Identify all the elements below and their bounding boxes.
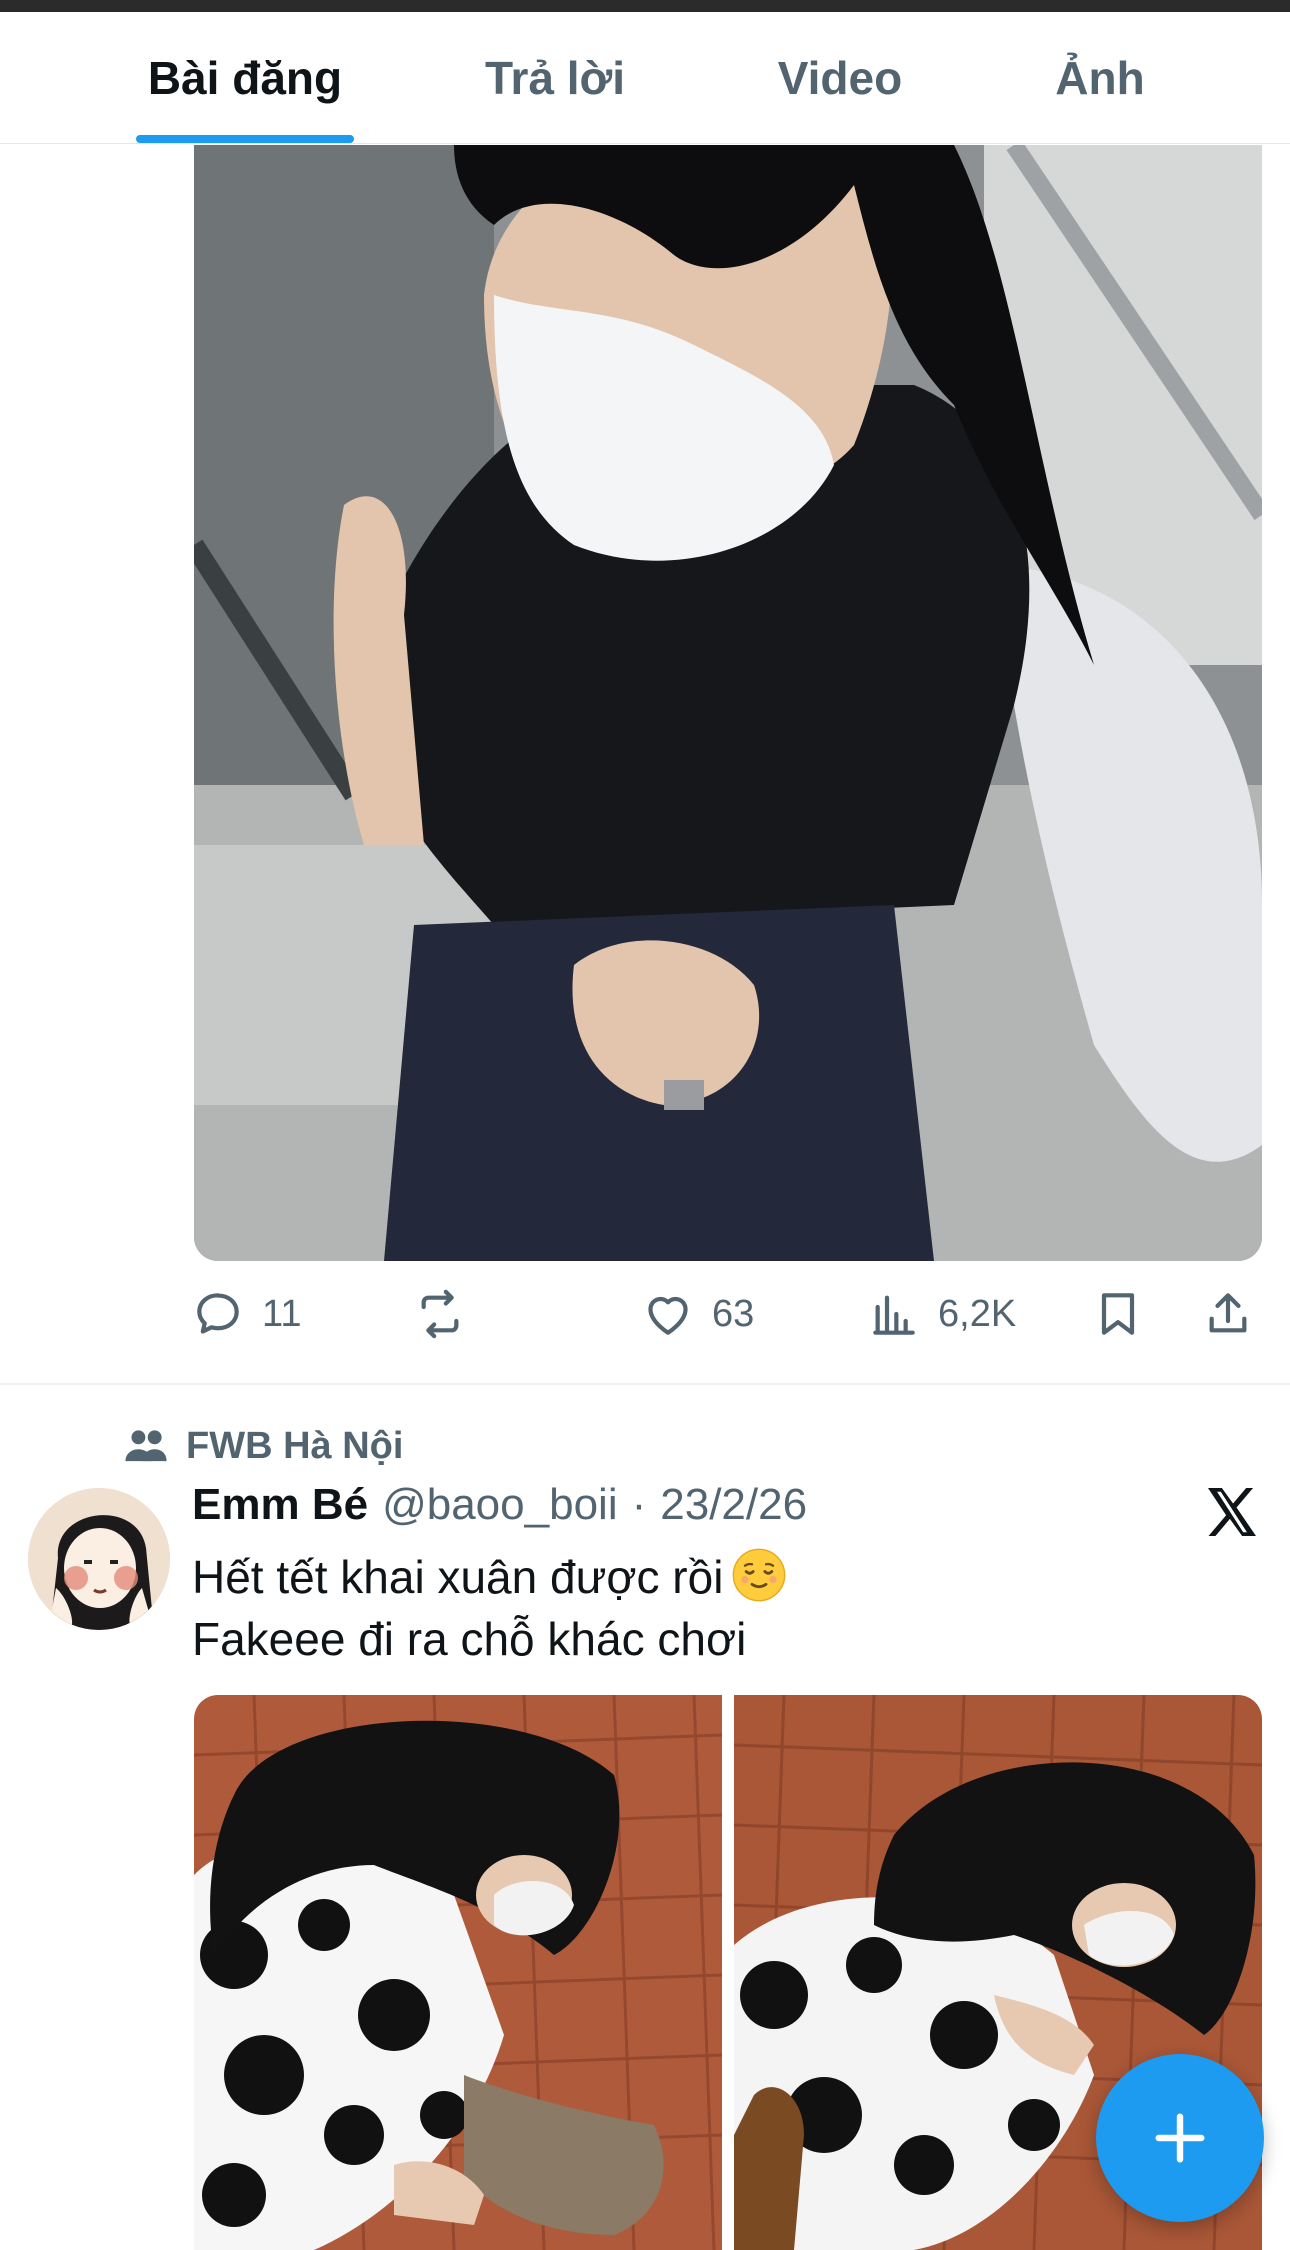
post-date[interactable]: 23/2/26	[660, 1480, 807, 1530]
community-name: FWB Hà Nội	[186, 1424, 404, 1467]
author-handle[interactable]: @baoo_boii	[382, 1480, 618, 1530]
tab-video[interactable]: Video	[720, 12, 960, 144]
bookmark-icon	[1101, 1293, 1135, 1335]
repost-icon	[421, 1289, 459, 1339]
author-name[interactable]: Emm Bé	[192, 1480, 368, 1530]
views-count: 6,2K	[938, 1292, 1017, 1335]
profile-tabs: Bài đăng Trả lời Video Ảnh	[0, 12, 1290, 144]
repost-button[interactable]	[412, 1272, 468, 1356]
views-button[interactable]: 6,2K	[866, 1272, 1016, 1356]
share-icon	[1209, 1293, 1247, 1333]
people-icon	[125, 1430, 167, 1462]
tab-replies[interactable]: Trả lời	[430, 12, 680, 144]
post-text-line-2: Fakeee đi ra chỗ khác chơi	[192, 1613, 747, 1665]
like-button[interactable]: 63	[640, 1272, 754, 1356]
tab-posts[interactable]: Bài đăng	[120, 12, 370, 144]
post-text-line-1: Hết tết khai xuân được rồi	[192, 1546, 1192, 1608]
plus-icon	[1155, 2113, 1205, 2163]
post-action-bar: 11 63 6,2K	[190, 1272, 1270, 1356]
post-photo-1[interactable]	[194, 1695, 722, 2250]
reply-count: 11	[262, 1292, 302, 1335]
share-button[interactable]	[1200, 1272, 1256, 1356]
post-divider	[0, 1383, 1290, 1385]
compose-button[interactable]	[1096, 2054, 1264, 2222]
post-header: Emm Bé @baoo_boii · 23/2/26	[192, 1480, 807, 1544]
post-text: Hết tết khai xuân được rồi Fakeee đi ra …	[192, 1546, 1192, 1670]
post-photo[interactable]	[194, 145, 1262, 1261]
avatar[interactable]	[28, 1488, 170, 1630]
x-logo-icon[interactable]	[1200, 1480, 1264, 1544]
like-icon	[648, 1296, 688, 1335]
meta-separator: ·	[631, 1480, 647, 1529]
community-label[interactable]: FWB Hà Nội	[120, 1418, 403, 1474]
status-strip	[0, 0, 1290, 12]
tab-active-indicator	[136, 135, 354, 143]
relieved-face-emoji	[733, 1548, 786, 1602]
reply-icon	[197, 1293, 239, 1334]
bookmark-button[interactable]	[1090, 1272, 1146, 1356]
tab-photos[interactable]: Ảnh	[990, 12, 1210, 144]
views-icon	[873, 1295, 915, 1335]
like-count: 63	[712, 1292, 755, 1335]
reply-button[interactable]: 11	[190, 1272, 301, 1356]
